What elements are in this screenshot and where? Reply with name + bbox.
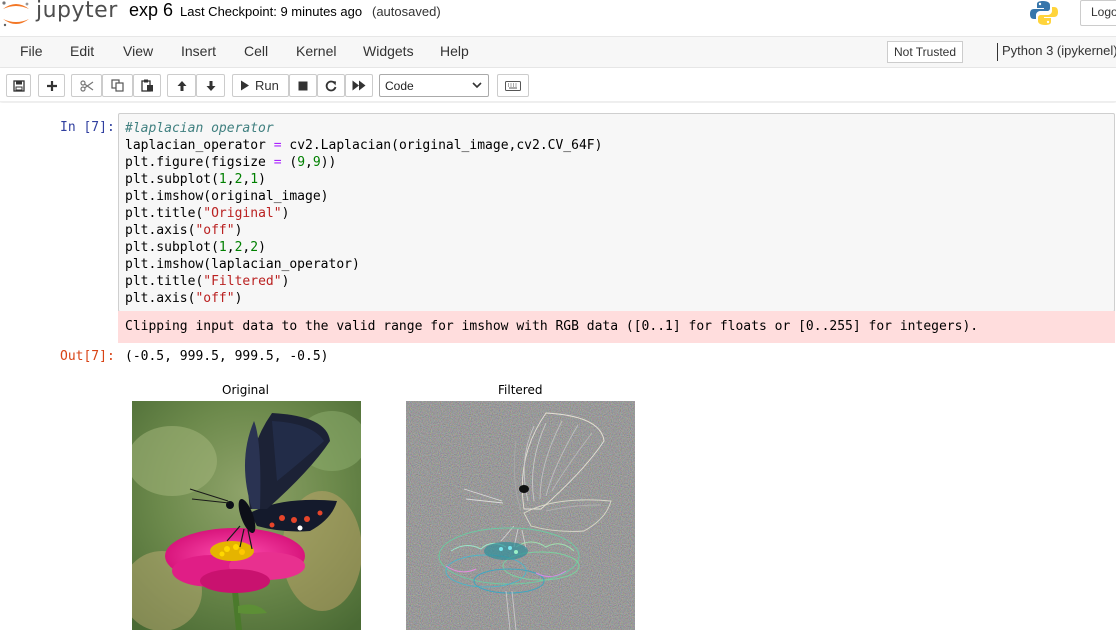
menu-view[interactable]: View <box>123 43 153 59</box>
save-icon <box>12 79 25 92</box>
save-button[interactable] <box>6 74 31 97</box>
menu-insert[interactable]: Insert <box>181 43 216 59</box>
stop-icon <box>298 81 308 90</box>
toolbar: Run Code <box>0 68 1116 102</box>
cut-button[interactable] <box>71 74 102 97</box>
notebook-container: In [7]: #laplacian operator laplacian_op… <box>0 103 1116 640</box>
move-up-button[interactable] <box>167 74 196 97</box>
code-source: #laplacian operator laplacian_operator =… <box>125 121 603 306</box>
paste-button[interactable] <box>133 74 161 97</box>
restart-button[interactable] <box>317 74 345 97</box>
keyboard-icon <box>505 80 521 91</box>
notebook-name[interactable]: exp 6 <box>129 0 173 21</box>
logout-button[interactable]: Logout <box>1080 0 1116 26</box>
menu-edit[interactable]: Edit <box>70 43 94 59</box>
output-prompt: Out[7]: <box>60 349 115 364</box>
move-down-button[interactable] <box>196 74 225 97</box>
menubar: File Edit View Insert Cell Kernel Widget… <box>0 36 1116 68</box>
stderr-output: Clipping input data to the valid range f… <box>118 311 1115 343</box>
restart-icon <box>325 80 337 91</box>
original-image <box>132 401 361 630</box>
figure-title-original: Original <box>222 383 269 397</box>
paste-icon <box>140 79 153 92</box>
restart-run-all-button[interactable] <box>345 74 373 97</box>
notebook-header: jupyter exp 6 Last Checkpoint: 9 minutes… <box>0 0 1116 36</box>
scissors-icon <box>79 79 93 92</box>
menu-help[interactable]: Help <box>440 43 469 59</box>
play-icon <box>241 80 249 91</box>
kernel-indicator[interactable]: Python 3 (ipykernel) <box>1002 43 1116 58</box>
cell-type-select[interactable]: Code <box>379 74 489 97</box>
menu-cell[interactable]: Cell <box>244 43 268 59</box>
stderr-message: Clipping input data to the valid range f… <box>125 319 979 334</box>
arrow-up-icon <box>177 80 186 91</box>
arrow-down-icon <box>206 80 215 91</box>
figure-title-filtered: Filtered <box>498 383 543 397</box>
python-logo-icon <box>1030 1 1058 25</box>
jupyter-logo-text: jupyter <box>36 0 118 23</box>
run-label: Run <box>255 78 279 93</box>
menu-kernel[interactable]: Kernel <box>296 43 336 59</box>
not-trusted-button[interactable]: Not Trusted <box>887 41 964 63</box>
copy-icon <box>111 79 124 92</box>
input-prompt: In [7]: <box>60 120 115 135</box>
checkpoint-status: Last Checkpoint: 9 minutes ago <box>180 4 363 19</box>
fast-forward-icon <box>352 80 366 91</box>
filtered-image <box>406 401 635 630</box>
command-palette-button[interactable] <box>497 74 529 97</box>
copy-button[interactable] <box>102 74 133 97</box>
interrupt-button[interactable] <box>289 74 317 97</box>
code-editor[interactable]: #laplacian operator laplacian_operator =… <box>118 113 1115 312</box>
output-result: (-0.5, 999.5, 999.5, -0.5) <box>125 349 329 364</box>
autosave-status: (autosaved) <box>372 4 441 19</box>
menu-file[interactable]: File <box>20 43 43 59</box>
insert-cell-button[interactable] <box>38 74 65 97</box>
cell-type-value: Code <box>385 79 414 93</box>
plus-icon <box>46 80 57 91</box>
menu-widgets[interactable]: Widgets <box>363 43 414 59</box>
chevron-down-icon <box>472 82 482 89</box>
run-button[interactable]: Run <box>232 74 289 97</box>
kernel-divider <box>997 43 998 61</box>
jupyter-logo-icon <box>2 1 29 27</box>
